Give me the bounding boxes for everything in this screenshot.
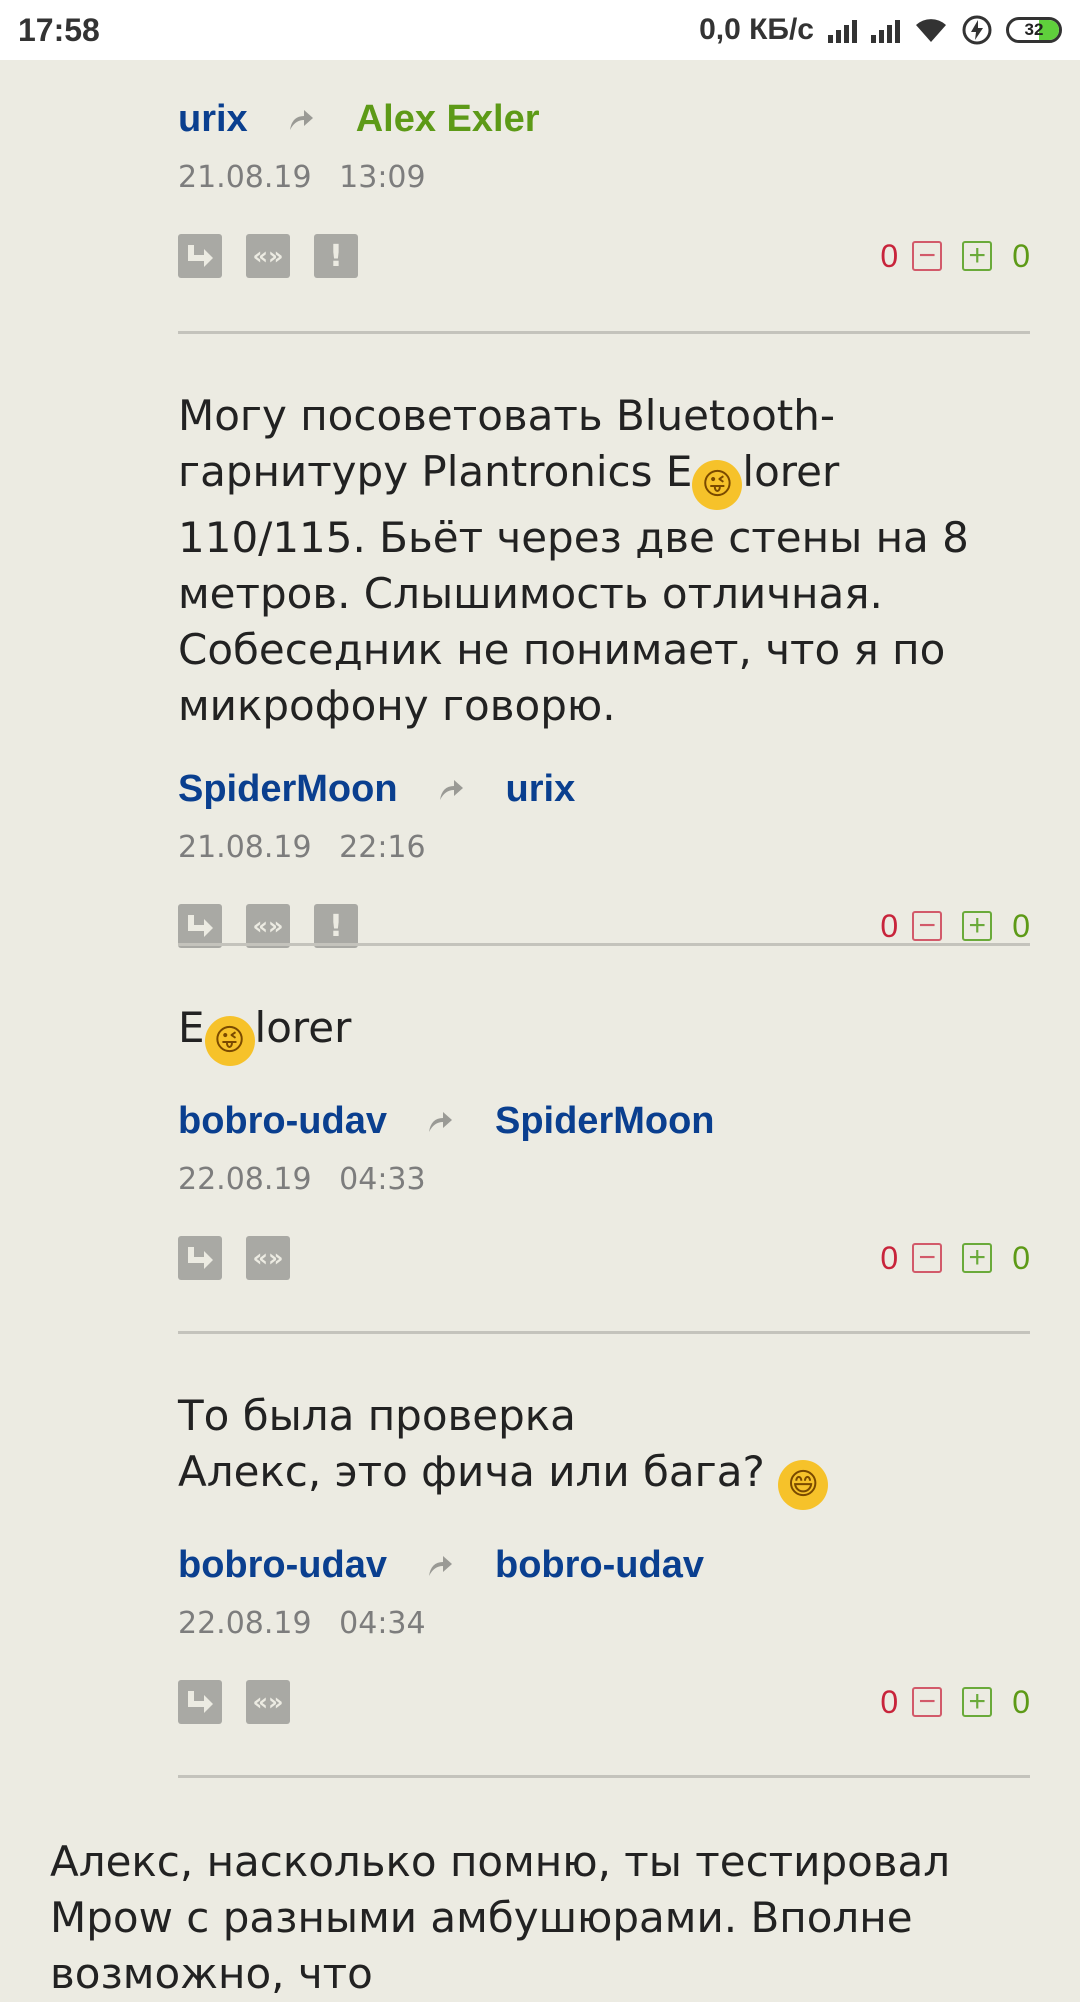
- comment-datetime: 21.08.19 22:16: [178, 830, 426, 865]
- votes: 0 − + 0: [880, 1680, 1030, 1724]
- reply-to-link[interactable]: SpiderMoon: [495, 1100, 715, 1143]
- comment: То была проверка Алекс, это фича или бага…: [178, 1388, 1030, 1730]
- signal-icon: [871, 17, 900, 43]
- quote-icon[interactable]: «»: [246, 904, 290, 948]
- quote-icon[interactable]: «»: [246, 234, 290, 278]
- vote-up-button[interactable]: +: [962, 911, 993, 941]
- vote-down-button[interactable]: −: [912, 1687, 943, 1717]
- vote-up-button[interactable]: +: [962, 1243, 993, 1273]
- report-icon[interactable]: !: [314, 234, 358, 278]
- comment-datetime: 21.08.19 13:09: [178, 160, 426, 195]
- reply-arrow-icon: [428, 1556, 452, 1576]
- winking-tongue-emoji-icon: 😜: [692, 460, 743, 510]
- wifi-icon: [916, 19, 946, 42]
- votes-plus-count: 0: [1012, 1683, 1030, 1720]
- comment-authors: SpiderMoon urix: [178, 764, 1030, 814]
- vote-down-button[interactable]: −: [912, 241, 943, 271]
- author-link[interactable]: bobro-udav: [178, 1544, 387, 1587]
- comment-authors: bobro-udav bobro-udav: [178, 1540, 1030, 1590]
- comment-actions: «» ! 0 − + 0: [178, 234, 1030, 284]
- quote-icon[interactable]: «»: [246, 1236, 290, 1280]
- reply-icon[interactable]: [178, 1236, 222, 1280]
- divider: [178, 943, 1030, 946]
- vote-down-button[interactable]: −: [912, 911, 943, 941]
- vote-down-button[interactable]: −: [912, 1243, 943, 1273]
- votes-plus-count: 0: [1012, 1239, 1030, 1276]
- comment-text: То была проверка Алекс, это фича или бага…: [178, 1388, 1030, 1510]
- votes-minus-count: 0: [880, 1683, 899, 1720]
- votes: 0 − + 0: [880, 1236, 1030, 1280]
- author-link[interactable]: urix: [178, 98, 248, 141]
- comment-text: Могу посоветовать Bluetooth-гарнитуру Pl…: [178, 391, 969, 730]
- author-link[interactable]: bobro-udav: [178, 1100, 387, 1143]
- comment-text: E 😜 lorer: [178, 1000, 1030, 1066]
- comment: E 😜 lorer bobro-udav SpiderMoon 22.08.19 0…: [178, 1000, 1030, 1286]
- comment-text: Алекс, насколько помню, ты тестировал Mp…: [50, 1837, 951, 1998]
- divider: [178, 1775, 1030, 1778]
- comment-datetime: 22.08.19 04:33: [178, 1162, 426, 1197]
- comment: urix Alex Exler 21.08.19 13:09 «» ! 0 − …: [178, 94, 1030, 284]
- comment-actions: «» 0 − + 0: [178, 1236, 1030, 1286]
- smiling-emoji-icon: 😄: [778, 1460, 829, 1510]
- network-speed: 0,0 КБ/с: [699, 13, 814, 46]
- vote-up-button[interactable]: +: [962, 241, 993, 271]
- status-bar: 17:58 0,0 КБ/с 32: [0, 0, 1080, 60]
- author-link[interactable]: SpiderMoon: [178, 768, 398, 811]
- votes: 0 − + 0: [880, 904, 1030, 948]
- reply-to-link[interactable]: urix: [506, 768, 576, 811]
- votes-plus-count: 0: [1012, 237, 1030, 274]
- status-time: 17:58: [18, 11, 100, 48]
- reply-arrow-icon: [289, 110, 313, 130]
- reply-icon[interactable]: [178, 904, 222, 948]
- comment-datetime: 22.08.19 04:34: [178, 1606, 426, 1641]
- comment-authors: urix Alex Exler: [178, 94, 1030, 144]
- reply-to-link[interactable]: Alex Exler: [356, 98, 540, 141]
- votes-minus-count: 0: [880, 907, 899, 944]
- reply-to-link[interactable]: bobro-udav: [495, 1544, 704, 1587]
- comment-actions: «» 0 − + 0: [178, 1680, 1030, 1730]
- report-icon[interactable]: !: [314, 904, 358, 948]
- votes: 0 − + 0: [880, 234, 1030, 278]
- winking-tongue-emoji-icon: 😜: [204, 1016, 255, 1066]
- reply-arrow-icon: [439, 780, 463, 800]
- comment-authors: bobro-udav SpiderMoon: [178, 1096, 1030, 1146]
- signal-icon: [828, 17, 857, 43]
- votes-minus-count: 0: [880, 237, 899, 274]
- votes-minus-count: 0: [880, 1239, 899, 1276]
- divider: [178, 331, 1030, 334]
- reply-icon[interactable]: [178, 1680, 222, 1724]
- status-icons: 0,0 КБ/с 32: [699, 13, 1062, 47]
- comment-actions: «» ! 0 − + 0: [178, 904, 1030, 954]
- quote-icon[interactable]: «»: [246, 1680, 290, 1724]
- reply-arrow-icon: [428, 1112, 452, 1132]
- votes-plus-count: 0: [1012, 907, 1030, 944]
- comment: Могу посоветовать Bluetooth-гарнитуру Pl…: [178, 388, 1030, 954]
- battery-icon: 32: [1006, 17, 1062, 43]
- vote-up-button[interactable]: +: [962, 1687, 993, 1717]
- reply-icon[interactable]: [178, 234, 222, 278]
- charging-icon: [962, 15, 992, 45]
- divider: [178, 1331, 1030, 1334]
